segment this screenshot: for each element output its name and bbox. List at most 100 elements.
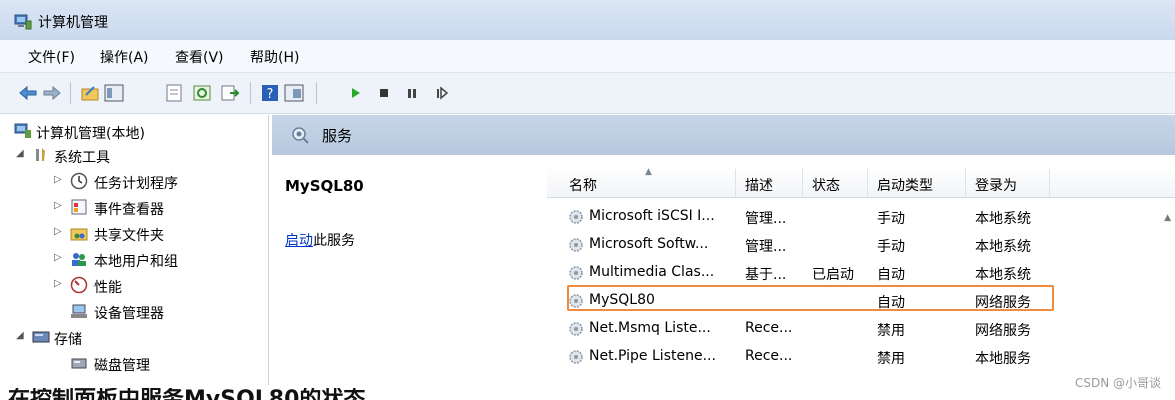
caption-text: 在控制面板中服务MySQL80的状态: [8, 388, 365, 400]
service-gear-icon: [569, 350, 583, 364]
column-divider[interactable]: [802, 169, 803, 197]
table-row[interactable]: Net.Pipe Listene... Rece... 禁用 本地服务: [557, 343, 1175, 371]
collapsed-arrow-icon[interactable]: ▷: [54, 252, 62, 263]
play-icon[interactable]: [346, 83, 366, 103]
column-header-status[interactable]: 状态: [812, 175, 840, 195]
table-row[interactable]: Microsoft iSCSI I... 管理... 手动 本地系统: [557, 203, 1175, 231]
service-gear-icon: [569, 266, 583, 280]
column-header-description[interactable]: 描述: [745, 175, 773, 195]
service-description: 管理...: [745, 239, 787, 255]
column-divider[interactable]: [735, 169, 736, 197]
collapsed-arrow-icon[interactable]: ▷: [54, 278, 62, 289]
device-manager-icon: [71, 304, 87, 318]
mysql-row-highlight: [567, 285, 1054, 311]
help-icon[interactable]: ?: [260, 83, 280, 103]
expanded-arrow-icon[interactable]: ◢: [16, 330, 24, 341]
service-name: Net.Pipe Listene...: [589, 348, 716, 364]
column-divider[interactable]: [965, 169, 966, 197]
computer-management-icon: [14, 123, 31, 138]
up-folder-icon[interactable]: [80, 83, 100, 103]
sort-ascending-icon: ▲: [645, 167, 652, 177]
services-gear-icon: [292, 127, 309, 144]
service-gear-icon: [569, 238, 583, 252]
start-service-link[interactable]: 启动: [285, 233, 313, 249]
export-icon[interactable]: [220, 83, 240, 103]
selected-service-name: MySQL80: [285, 177, 364, 195]
list-header: [547, 167, 1175, 198]
service-logon-as: 本地系统: [975, 267, 1031, 283]
refresh-icon[interactable]: [192, 83, 212, 103]
collapsed-arrow-icon[interactable]: ▷: [54, 200, 62, 211]
collapsed-arrow-icon[interactable]: ▷: [54, 226, 62, 237]
show-hide-tree-icon[interactable]: [104, 83, 124, 103]
expanded-arrow-icon[interactable]: ◢: [16, 148, 24, 159]
service-description: 管理...: [745, 211, 787, 227]
service-startup-type: 禁用: [877, 351, 905, 367]
menu-action[interactable]: 操作(A): [100, 47, 149, 67]
properties-icon[interactable]: [164, 83, 184, 103]
tools-icon: [36, 148, 45, 161]
column-header-name[interactable]: 名称: [569, 175, 597, 195]
column-divider[interactable]: [1049, 169, 1050, 197]
pause-icon[interactable]: [402, 83, 422, 103]
tree-label: 计算机管理(本地): [36, 126, 145, 142]
service-gear-icon: [569, 322, 583, 336]
table-row[interactable]: Multimedia Clas... 基于... 已启动 自动 本地系统: [557, 259, 1175, 287]
title-bar: 计算机管理: [0, 0, 1175, 40]
service-name: Microsoft Softw...: [589, 236, 709, 252]
service-startup-type: 自动: [877, 267, 905, 283]
toolbar-separator: [70, 82, 71, 104]
stop-icon[interactable]: [374, 83, 394, 103]
menu-view[interactable]: 查看(V): [175, 47, 224, 67]
watermark: CSDN @小哥谈: [1074, 376, 1161, 390]
console-pane-icon[interactable]: [284, 83, 304, 103]
service-startup-type: 手动: [877, 239, 905, 255]
tree-label: 性能: [94, 280, 122, 296]
performance-icon: [70, 276, 88, 294]
table-row[interactable]: Net.Msmq Liste... Rece... 禁用 网络服务: [557, 315, 1175, 343]
service-description: Rece...: [745, 348, 793, 364]
service-startup-type: 手动: [877, 211, 905, 227]
collapsed-arrow-icon[interactable]: ▷: [54, 174, 62, 185]
service-status: 已启动: [812, 267, 854, 283]
toolbar: ?: [0, 73, 1175, 114]
toolbar-separator: [316, 82, 317, 104]
users-icon: [72, 253, 86, 266]
clock-icon: [70, 172, 88, 190]
service-name: Net.Msmq Liste...: [589, 320, 711, 336]
tree-label: 磁盘管理: [94, 358, 150, 374]
tree-label: 本地用户和组: [94, 254, 178, 270]
column-divider[interactable]: [867, 169, 868, 197]
table-row[interactable]: Microsoft Softw... 管理... 手动 本地系统: [557, 231, 1175, 259]
column-header-logon-as[interactable]: 登录为: [975, 175, 1017, 195]
menu-bar: 文件(F) 操作(A) 查看(V) 帮助(H): [0, 40, 1175, 73]
navigation-tree: 计算机管理(本地) ◢ 系统工具 ▷ 任务计划程序 ▷ 事件查看器 ▷ 共享文件…: [0, 115, 269, 385]
tree-label: 任务计划程序: [94, 176, 178, 192]
service-description-panel: MySQL80 启动此服务: [272, 155, 552, 385]
services-title: 服务: [322, 127, 353, 145]
toolbar-separator: [250, 82, 251, 104]
menu-file[interactable]: 文件(F): [28, 47, 75, 67]
service-startup-type: 禁用: [877, 323, 905, 339]
service-logon-as: 本地系统: [975, 211, 1031, 227]
column-header-startup-type[interactable]: 启动类型: [877, 175, 933, 195]
service-name: Multimedia Clas...: [589, 264, 715, 280]
tree-label: 共享文件夹: [94, 228, 164, 244]
tree-label: 存储: [54, 332, 82, 348]
service-description: Rece...: [745, 320, 793, 336]
menu-help[interactable]: 帮助(H): [250, 47, 299, 67]
service-logon-as: 本地服务: [975, 351, 1031, 367]
services-header: 服务: [272, 115, 1175, 155]
forward-icon[interactable]: [42, 83, 62, 103]
computer-management-icon: [14, 14, 32, 30]
service-logon-as: 网络服务: [975, 323, 1031, 339]
restart-icon[interactable]: [432, 83, 452, 103]
services-list: ▲ 名称 描述 状态 启动类型 登录为 ▲ Microsoft iSCSI I.…: [547, 155, 1175, 385]
service-logon-as: 本地系统: [975, 239, 1031, 255]
services-pane: 服务 MySQL80 启动此服务 ▲ 名称 描述 状态 启动类型 登录为 ▲ M…: [272, 115, 1175, 385]
storage-icon: [32, 331, 50, 343]
start-service-text: 启动此服务: [285, 230, 355, 250]
back-icon[interactable]: [18, 83, 38, 103]
shared-folder-icon: [70, 228, 88, 241]
window-title: 计算机管理: [38, 15, 108, 31]
